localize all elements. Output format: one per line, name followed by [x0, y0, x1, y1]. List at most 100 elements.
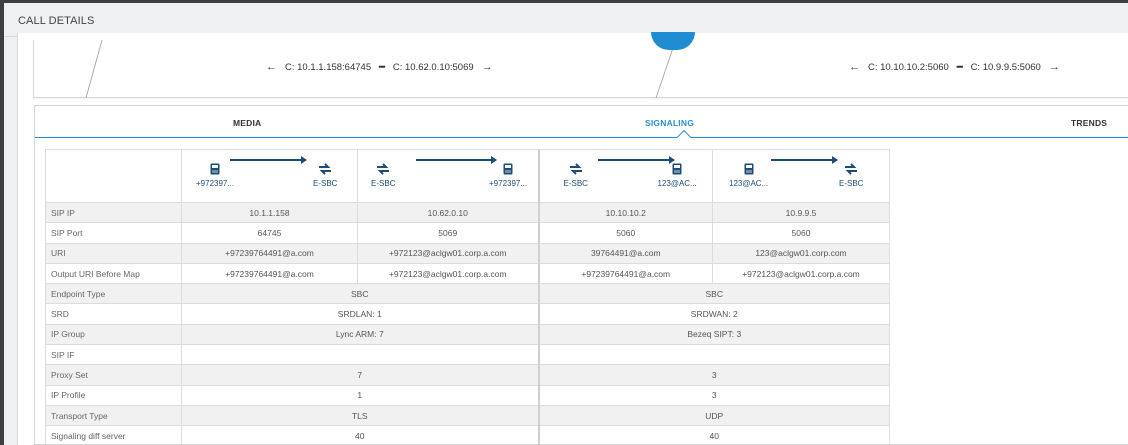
- table-row: IP Profile 1 3: [45, 384, 890, 406]
- leg-separator: ━: [379, 61, 385, 73]
- endpoint-left[interactable]: E-SBC: [371, 163, 395, 188]
- arrow-left-icon: ←: [849, 61, 860, 73]
- endpoint-header-row: +972397... E-SBC E-SBC +972397... E-SBC …: [45, 149, 890, 203]
- table-row: IP Group Lync ARM: 7 Bezeq SIPT: 3: [45, 323, 890, 346]
- tab-signaling[interactable]: SIGNALING: [645, 118, 694, 128]
- table-cell: +97239764491@a.com: [181, 262, 358, 285]
- row-label: IP Group: [45, 323, 182, 346]
- leg-from: C: 10.10.10.2:5060: [868, 61, 949, 73]
- leg-to: C: 10.62.0.10:5069: [392, 61, 474, 73]
- panel-body[interactable]: ← C: 10.1.1.158:64745 ━ C: 10.62.0.10:50…: [17, 32, 1128, 445]
- tab-trends[interactable]: TRENDS: [1071, 118, 1107, 128]
- row-label: SIP IF: [45, 344, 182, 366]
- table-cell: 40: [537, 425, 890, 445]
- endpoint-pair-3: E-SBC 123@AC...: [537, 149, 713, 203]
- endpoint-right[interactable]: E-SBC: [313, 163, 337, 188]
- row-label: Signaling diff server: [45, 425, 182, 445]
- table-cell: 5069: [357, 222, 539, 244]
- table-row: SIP IF: [45, 344, 890, 366]
- endpoint-right[interactable]: 123@AC...: [658, 163, 697, 188]
- endpoint-pair-2: E-SBC +972397...: [357, 149, 539, 203]
- row-label: IP Profile: [45, 384, 182, 406]
- call-details-panel: CALL DETAILS ← C: 10.1.1.158:64745 ━ C: …: [4, 3, 1128, 445]
- endpoint-pair-4: 123@AC... E-SBC: [712, 149, 890, 203]
- details-card: MEDIA SIGNALING TRENDS +972397... E-SBC …: [34, 105, 1128, 445]
- endpoint-right[interactable]: E-SBC: [839, 163, 863, 188]
- row-label: URI: [45, 242, 182, 264]
- table-cell: 10.1.1.158: [181, 201, 358, 224]
- table-row: Transport Type TLS UDP: [45, 404, 890, 427]
- call-flow-diagram: ← C: 10.1.1.158:64745 ━ C: 10.62.0.10:50…: [33, 32, 1128, 98]
- table-row: Output URI Before Map +97239764491@a.com…: [45, 262, 890, 285]
- table-row: SIP IP 10.1.1.158 10.62.0.10 10.10.10.2 …: [45, 201, 890, 224]
- endpoint-right[interactable]: +972397...: [489, 163, 527, 188]
- endpoint-left[interactable]: +972397...: [196, 163, 234, 188]
- table-cell: Lync ARM: 7: [181, 323, 539, 346]
- row-label: Transport Type: [45, 404, 182, 427]
- table-cell: [537, 344, 890, 366]
- tab-media[interactable]: MEDIA: [233, 118, 261, 128]
- flow-leg-2[interactable]: ← C: 10.10.10.2:5060 ━ C: 10.9.9.5:5060 …: [849, 60, 1060, 74]
- table-cell: 40: [181, 425, 539, 445]
- leg-to: C: 10.9.9.5:5060: [970, 61, 1041, 73]
- sbc-icon: [313, 163, 337, 177]
- table-cell: 1: [181, 384, 539, 406]
- table-cell: [181, 344, 539, 366]
- table-cell: 10.9.9.5: [712, 201, 890, 224]
- row-label: Output URI Before Map: [45, 262, 182, 285]
- table-cell: 5060: [537, 222, 713, 244]
- table-cell: 10.62.0.10: [357, 201, 539, 224]
- row-label: Proxy Set: [45, 364, 182, 386]
- endpoint-pair-1: +972397... E-SBC: [181, 149, 358, 203]
- phone-icon: [729, 163, 768, 177]
- table-cell: SRDWAN: 2: [537, 303, 890, 325]
- table-row: Proxy Set 7 3: [45, 364, 890, 386]
- panel-title: CALL DETAILS: [18, 15, 95, 27]
- table-cell: 7: [181, 364, 539, 386]
- flow-leg-1[interactable]: ← C: 10.1.1.158:64745 ━ C: 10.62.0.10:50…: [266, 60, 493, 74]
- arrow-right-icon: →: [1048, 61, 1060, 73]
- table-row: Signaling diff server 40 40: [45, 425, 890, 445]
- direction-arrow: [416, 156, 497, 164]
- table-cell: SBC: [537, 283, 890, 305]
- table-row: Endpoint Type SBC SBC: [45, 283, 890, 305]
- row-label: SIP IP: [45, 201, 182, 224]
- row-label: Endpoint Type: [45, 283, 182, 305]
- table-row: SIP Port 64745 5069 5060 5060: [45, 222, 890, 244]
- table-cell: +97239764491@a.com: [181, 242, 358, 264]
- direction-arrow: [771, 156, 838, 164]
- arrow-right-icon: →: [481, 61, 493, 73]
- sbc-icon: [371, 163, 395, 177]
- table-cell: 39764491@a.com: [537, 242, 713, 264]
- signaling-table: +972397... E-SBC E-SBC +972397... E-SBC …: [45, 149, 890, 445]
- table-cell: SRDLAN: 1: [181, 303, 539, 325]
- direction-arrow: [597, 156, 675, 164]
- row-label: SRD: [45, 303, 182, 325]
- table-cell: UDP: [537, 404, 890, 427]
- table-cell: 3: [537, 364, 890, 386]
- tab-bar: MEDIA SIGNALING TRENDS: [35, 106, 1128, 145]
- table-cell: +972123@aclgw01.corp.a.com: [712, 262, 890, 285]
- row-label: SIP Port: [45, 222, 182, 244]
- table-cell: 10.10.10.2: [537, 201, 713, 224]
- leg-separator: ━: [956, 61, 963, 73]
- sbc-icon: [839, 163, 863, 177]
- table-cell: SBC: [181, 283, 539, 305]
- direction-arrow: [230, 156, 307, 164]
- phone-icon: [196, 163, 234, 177]
- active-tab-indicator: [676, 129, 692, 145]
- table-cell: +972123@aclgw01.corp.a.com: [357, 242, 539, 264]
- table-row: SRD SRDLAN: 1 SRDWAN: 2: [45, 303, 890, 325]
- endpoint-left[interactable]: 123@AC...: [729, 163, 768, 188]
- header-corner: [45, 149, 182, 203]
- table-cell: TLS: [181, 404, 539, 427]
- endpoint-left[interactable]: E-SBC: [564, 163, 588, 188]
- sbc-icon: [564, 163, 588, 177]
- table-cell: 123@aclgw01.corp.com: [712, 242, 890, 264]
- table-row: URI +97239764491@a.com +972123@aclgw01.c…: [45, 242, 890, 264]
- phone-icon: [658, 163, 697, 177]
- arrow-left-icon: ←: [266, 61, 277, 73]
- table-cell: Bezeq SIPT: 3: [537, 323, 890, 346]
- table-cell: 64745: [181, 222, 358, 244]
- table-cell: +972123@aclgw01.corp.a.com: [357, 262, 539, 285]
